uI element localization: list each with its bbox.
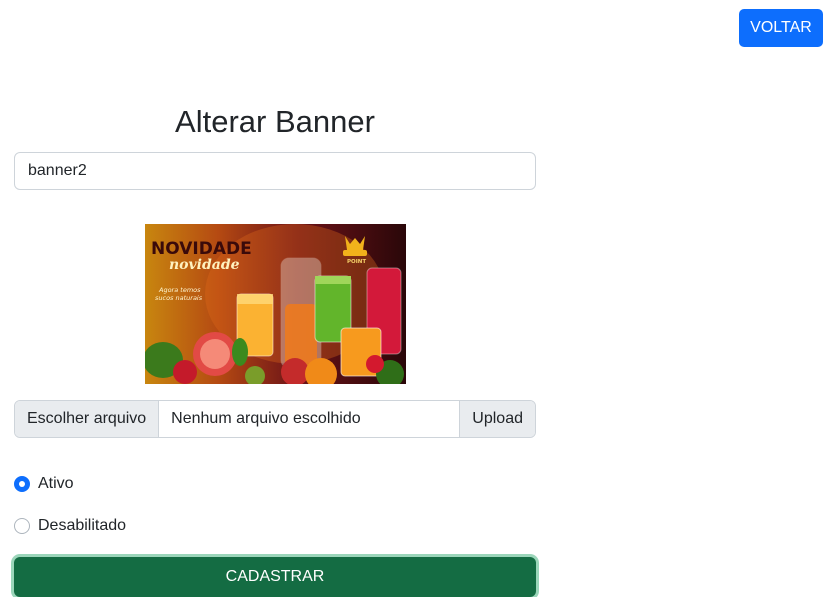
upload-button[interactable]: Upload (459, 401, 535, 437)
status-option-active[interactable]: Ativo (14, 475, 74, 493)
file-name-display[interactable]: Nenhum arquivo escolhido (159, 401, 460, 437)
banner-headline: NOVIDADE (151, 239, 252, 259)
banner-tagline-1: Agora temos (158, 286, 201, 294)
radio-active-label: Ativo (38, 475, 74, 492)
banner-script-text: novidade (169, 257, 240, 273)
radio-disabled[interactable] (14, 518, 30, 534)
submit-button[interactable]: CADASTRAR (14, 557, 536, 597)
banner-logo-text: POINT (347, 259, 366, 265)
page-title: Alterar Banner (175, 104, 375, 139)
banner-logo: POINT (343, 236, 367, 265)
banner-preview-image: NOVIDADE novidade Agora temos sucos natu… (145, 224, 406, 384)
back-button[interactable]: VOLTAR (739, 9, 823, 47)
file-upload-group: Escolher arquivo Nenhum arquivo escolhid… (14, 400, 536, 438)
radio-disabled-label: Desabilitado (38, 517, 127, 534)
banner-name-input[interactable] (14, 152, 536, 190)
radio-active[interactable] (14, 476, 30, 492)
banner-tagline-2: sucos naturais (155, 294, 203, 302)
status-option-disabled[interactable]: Desabilitado (14, 517, 126, 535)
choose-file-button[interactable]: Escolher arquivo (15, 401, 160, 437)
